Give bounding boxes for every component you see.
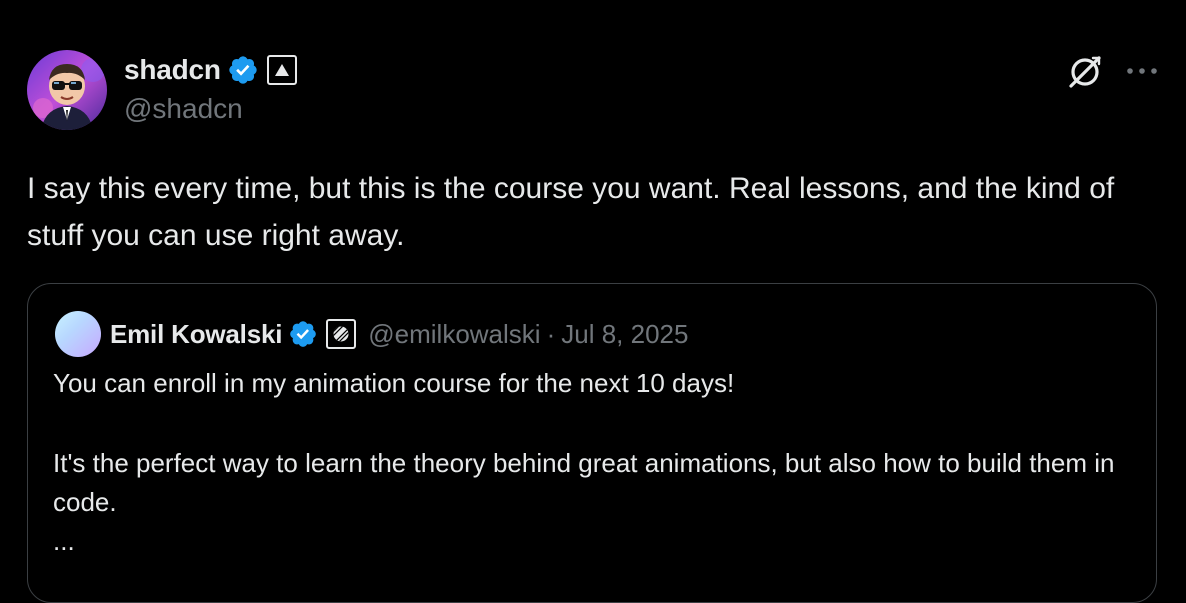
separator-dot: · bbox=[546, 318, 556, 349]
affiliate-badge-icon[interactable] bbox=[266, 55, 297, 85]
quoted-tweet-text: You can enroll in my animation course fo… bbox=[53, 364, 1133, 561]
striped-circle-icon bbox=[333, 326, 349, 342]
avatar-image bbox=[27, 50, 107, 130]
quoted-author-handle[interactable]: @emilkowalski bbox=[368, 319, 540, 350]
quoted-tweet-card[interactable]: Emil Kowalski @emilkowalski · Jul 8, 202… bbox=[27, 283, 1157, 603]
quoted-tweet-header: Emil Kowalski @emilkowalski · Jul 8, 202… bbox=[110, 316, 688, 352]
grok-icon[interactable] bbox=[1065, 52, 1105, 92]
author-avatar[interactable] bbox=[27, 50, 107, 130]
author-name[interactable]: shadcn bbox=[124, 54, 221, 86]
affiliate-badge-icon[interactable] bbox=[326, 319, 357, 349]
author-name-row: shadcn bbox=[124, 52, 297, 88]
more-icon[interactable] bbox=[1124, 56, 1160, 86]
quoted-author-avatar[interactable] bbox=[55, 311, 101, 357]
tweet: shadcn @shadcn I say this every time, bu… bbox=[0, 0, 1186, 603]
triangle-icon bbox=[274, 64, 289, 76]
quoted-tweet-line: You can enroll in my animation course fo… bbox=[53, 368, 735, 398]
verified-badge-icon[interactable] bbox=[227, 54, 259, 86]
tweet-text: I say this every time, but this is the c… bbox=[27, 172, 1115, 252]
quoted-author-name[interactable]: Emil Kowalski bbox=[110, 319, 282, 350]
quoted-tweet-line: It's the perfect way to learn the theory… bbox=[53, 448, 1115, 517]
author-handle[interactable]: @shadcn bbox=[124, 93, 243, 125]
quoted-tweet-date[interactable]: Jul 8, 2025 bbox=[561, 319, 688, 350]
quoted-tweet-ellipsis: ... bbox=[53, 526, 75, 556]
verified-badge-icon[interactable] bbox=[288, 319, 318, 349]
